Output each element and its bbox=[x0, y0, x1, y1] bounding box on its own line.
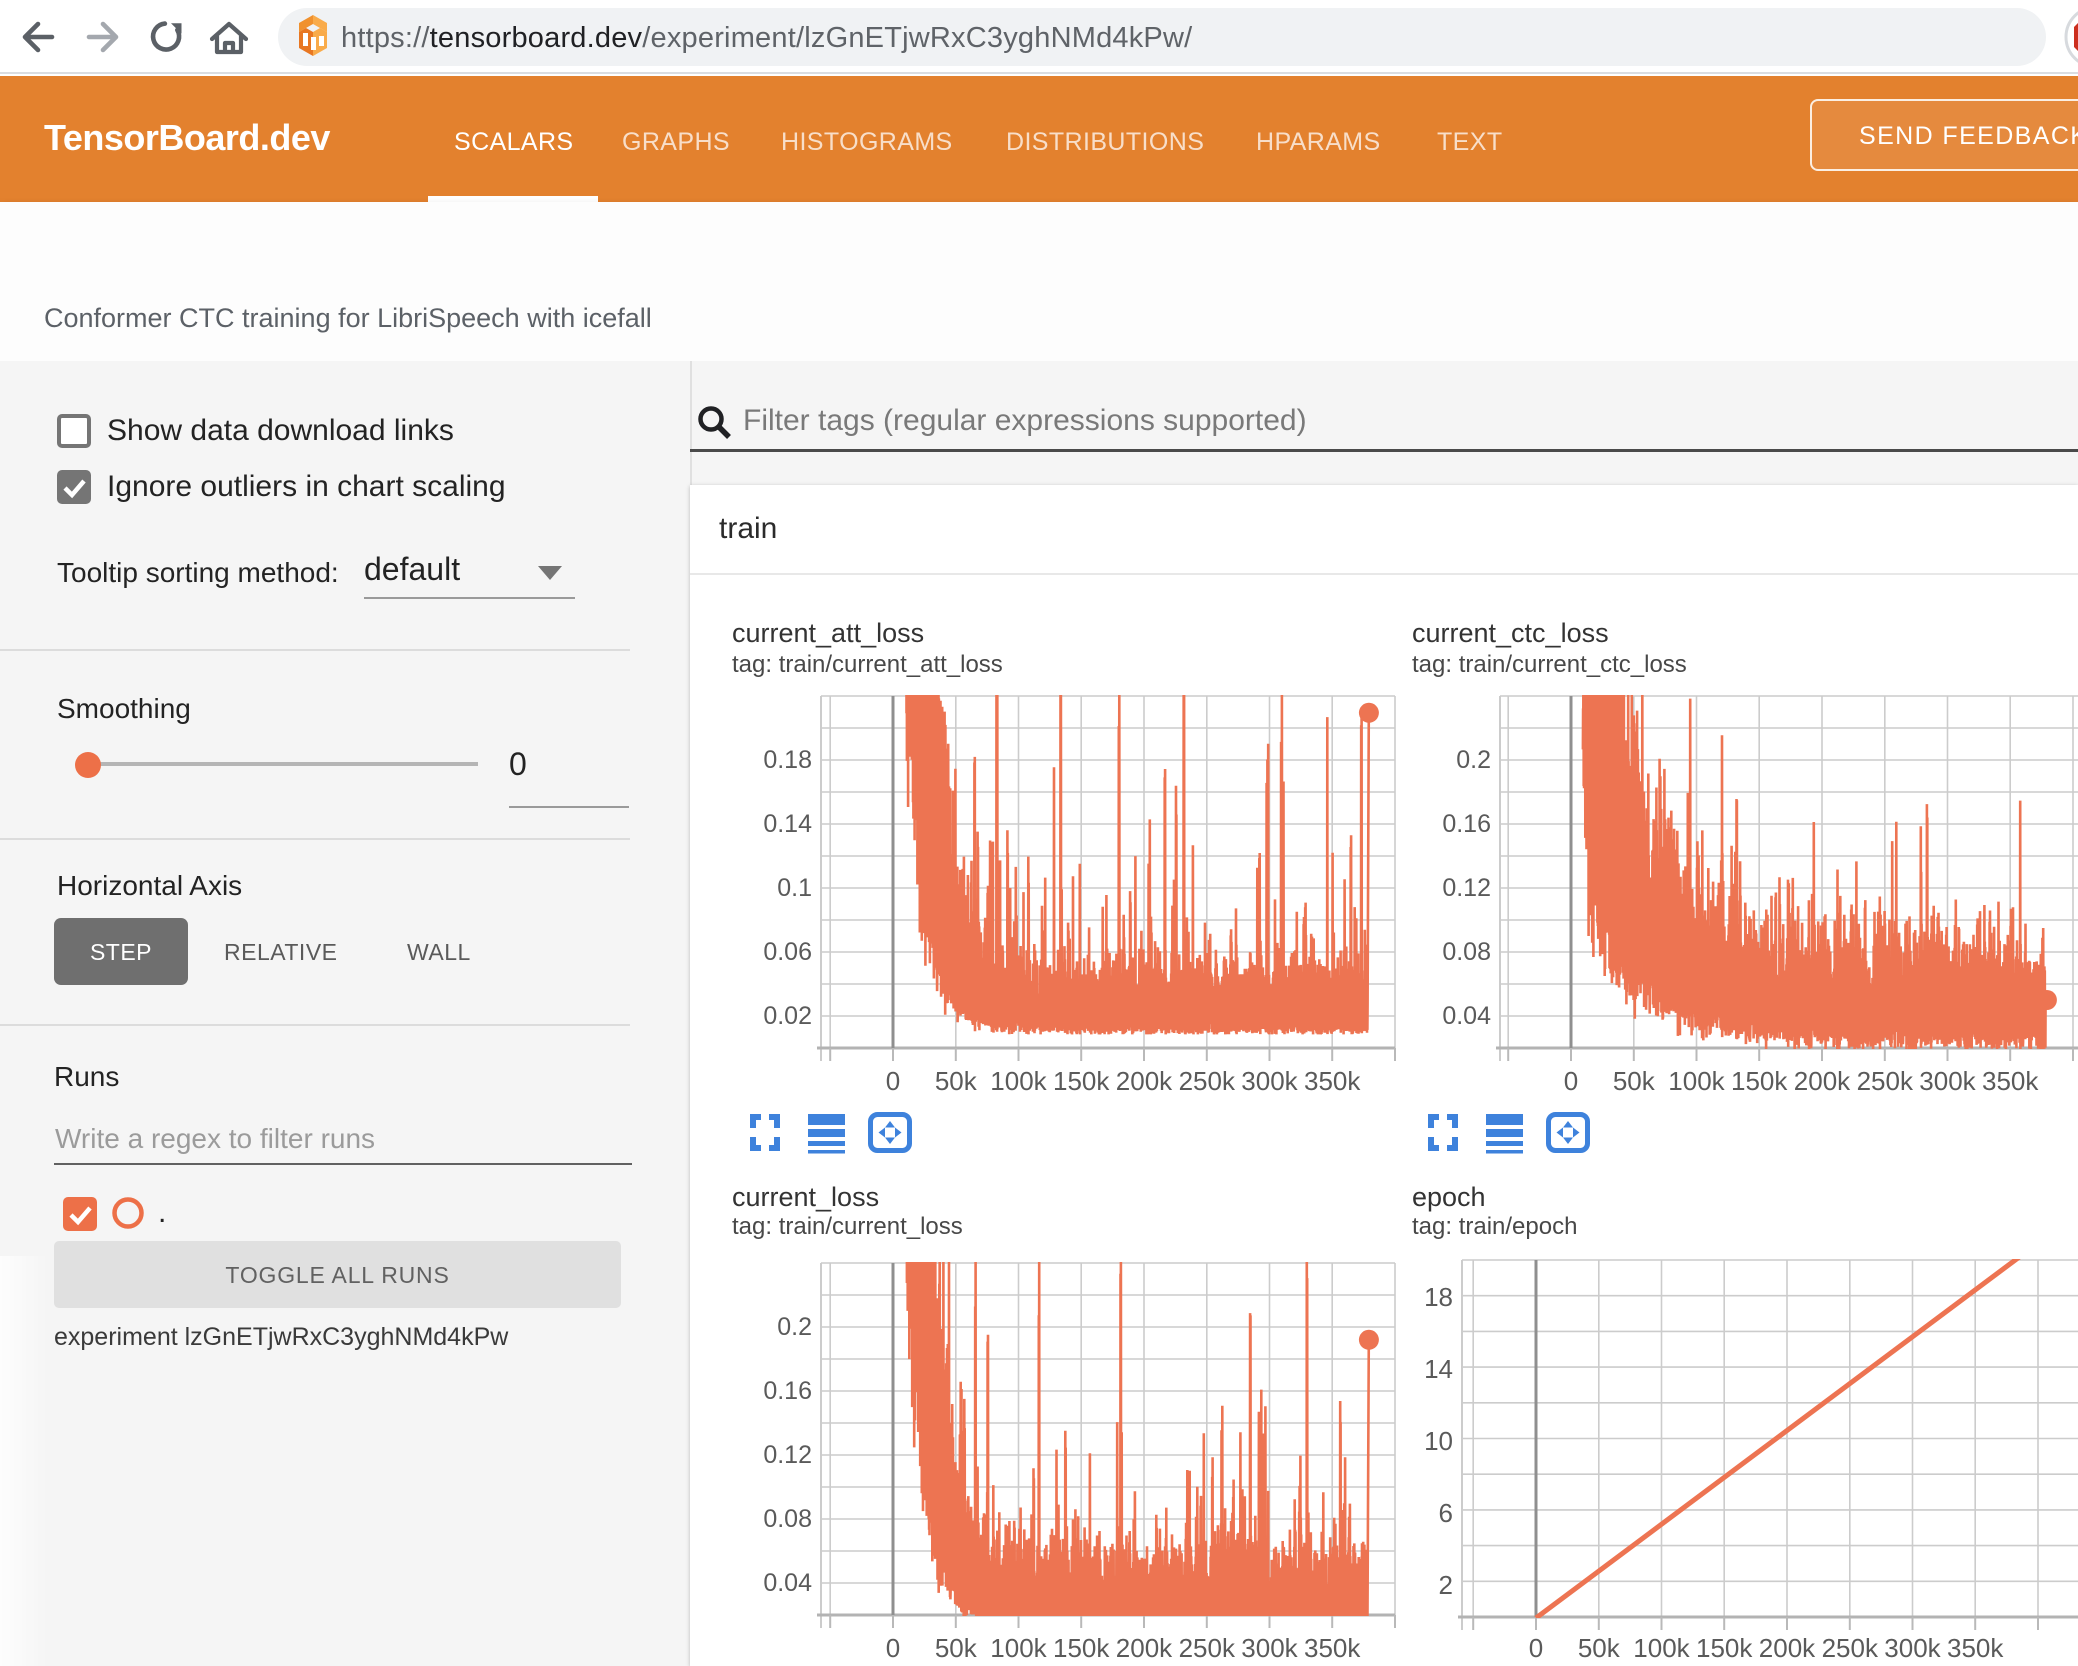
svg-text:0.18: 0.18 bbox=[763, 746, 812, 774]
svg-text:350k: 350k bbox=[1304, 1633, 1361, 1663]
svg-text:150k: 150k bbox=[1053, 1633, 1110, 1663]
svg-text:0.2: 0.2 bbox=[777, 1313, 812, 1341]
svg-text:200k: 200k bbox=[1116, 1633, 1173, 1663]
svg-text:10: 10 bbox=[1424, 1426, 1453, 1456]
svg-text:50k: 50k bbox=[1613, 1066, 1656, 1096]
svg-text:0.02: 0.02 bbox=[763, 1002, 812, 1030]
svg-text:200k: 200k bbox=[1794, 1066, 1851, 1096]
svg-text:350k: 350k bbox=[1982, 1066, 2039, 1096]
svg-text:300k: 300k bbox=[1241, 1633, 1298, 1663]
svg-text:0.14: 0.14 bbox=[763, 810, 812, 838]
svg-text:100k: 100k bbox=[1633, 1633, 1690, 1663]
svg-text:0.04: 0.04 bbox=[1442, 1002, 1491, 1030]
svg-text:0.04: 0.04 bbox=[763, 1569, 812, 1597]
svg-text:50k: 50k bbox=[935, 1066, 978, 1096]
svg-text:250k: 250k bbox=[1822, 1633, 1879, 1663]
svg-text:200k: 200k bbox=[1759, 1633, 1816, 1663]
svg-text:0: 0 bbox=[886, 1066, 900, 1096]
svg-text:0.06: 0.06 bbox=[763, 938, 812, 966]
svg-text:0.12: 0.12 bbox=[1442, 874, 1491, 902]
svg-text:250k: 250k bbox=[1179, 1066, 1236, 1096]
svg-text:100k: 100k bbox=[1668, 1066, 1725, 1096]
svg-text:250k: 250k bbox=[1179, 1633, 1236, 1663]
svg-text:0: 0 bbox=[886, 1633, 900, 1663]
svg-text:0.08: 0.08 bbox=[1442, 938, 1491, 966]
svg-text:50k: 50k bbox=[935, 1633, 978, 1663]
svg-text:350k: 350k bbox=[1304, 1066, 1361, 1096]
svg-text:200k: 200k bbox=[1116, 1066, 1173, 1096]
svg-text:14: 14 bbox=[1424, 1354, 1453, 1384]
svg-text:300k: 300k bbox=[1884, 1633, 1941, 1663]
svg-text:0.2: 0.2 bbox=[1456, 746, 1491, 774]
svg-text:50k: 50k bbox=[1578, 1633, 1621, 1663]
svg-text:100k: 100k bbox=[990, 1633, 1047, 1663]
svg-text:0.12: 0.12 bbox=[763, 1441, 812, 1469]
svg-text:0.16: 0.16 bbox=[763, 1377, 812, 1405]
svg-text:18: 18 bbox=[1424, 1282, 1453, 1312]
svg-text:300k: 300k bbox=[1241, 1066, 1298, 1096]
svg-text:6: 6 bbox=[1439, 1498, 1453, 1528]
svg-text:150k: 150k bbox=[1696, 1633, 1753, 1663]
svg-text:150k: 150k bbox=[1731, 1066, 1788, 1096]
svg-text:250k: 250k bbox=[1857, 1066, 1914, 1096]
svg-text:0.1: 0.1 bbox=[777, 874, 812, 902]
svg-text:2: 2 bbox=[1439, 1570, 1453, 1600]
svg-text:0.08: 0.08 bbox=[763, 1505, 812, 1533]
svg-text:0: 0 bbox=[1529, 1633, 1543, 1663]
svg-text:100k: 100k bbox=[990, 1066, 1047, 1096]
svg-text:150k: 150k bbox=[1053, 1066, 1110, 1096]
svg-text:350k: 350k bbox=[1947, 1633, 2004, 1663]
svg-text:300k: 300k bbox=[1919, 1066, 1976, 1096]
svg-text:0.16: 0.16 bbox=[1442, 810, 1491, 838]
svg-text:0: 0 bbox=[1564, 1066, 1578, 1096]
